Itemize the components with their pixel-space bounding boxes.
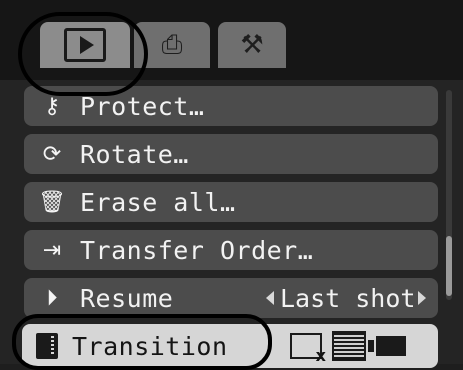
arrow-left-icon[interactable] [266,291,274,305]
rotate-icon: ⟳ [42,141,62,167]
menu-item-label: Resume [80,283,174,313]
highlight-oval-transition [12,314,272,370]
menu-item-rotate[interactable]: ⟳ Rotate… [24,134,438,174]
off-icon[interactable]: x [290,333,326,365]
resume-value: Last shot [280,283,416,313]
transfer-icon: ⇥ [42,237,62,263]
menu-item-erase-all[interactable]: 🗑 Erase all… [24,182,438,222]
arrow-right-icon[interactable] [418,291,426,305]
menu-item-transfer-order[interactable]: ⇥ Transfer Order… [24,230,438,270]
slide-icon[interactable] [368,336,406,356]
key-icon: ⚷ [43,93,61,119]
menu-item-label: Transfer Order… [80,235,314,265]
print-icon: ⎙ [161,29,183,60]
resume-selector[interactable]: Last shot [266,278,415,318]
highlight-oval-tab [18,12,148,96]
menu-item-label: Rotate… [80,139,189,169]
transition-options: x [290,331,406,365]
camera-menu-screen: ⎙ ⚒ ⚷ Protect… ⟳ Rotate… 🗑 Erase all… ⇥ … [0,0,463,370]
erase-all-icon: 🗑 [38,189,66,215]
menu-item-label: Erase all… [80,187,236,217]
scrollbar-thumb[interactable] [446,236,452,296]
dissolve-icon[interactable] [332,331,366,361]
setup-icon: ⚒ [240,30,264,60]
menu-item-resume[interactable]: ⏵ Resume Last shot [24,278,438,318]
tab-setup[interactable]: ⚒ [218,22,286,68]
resume-icon: ⏵ [46,285,58,311]
